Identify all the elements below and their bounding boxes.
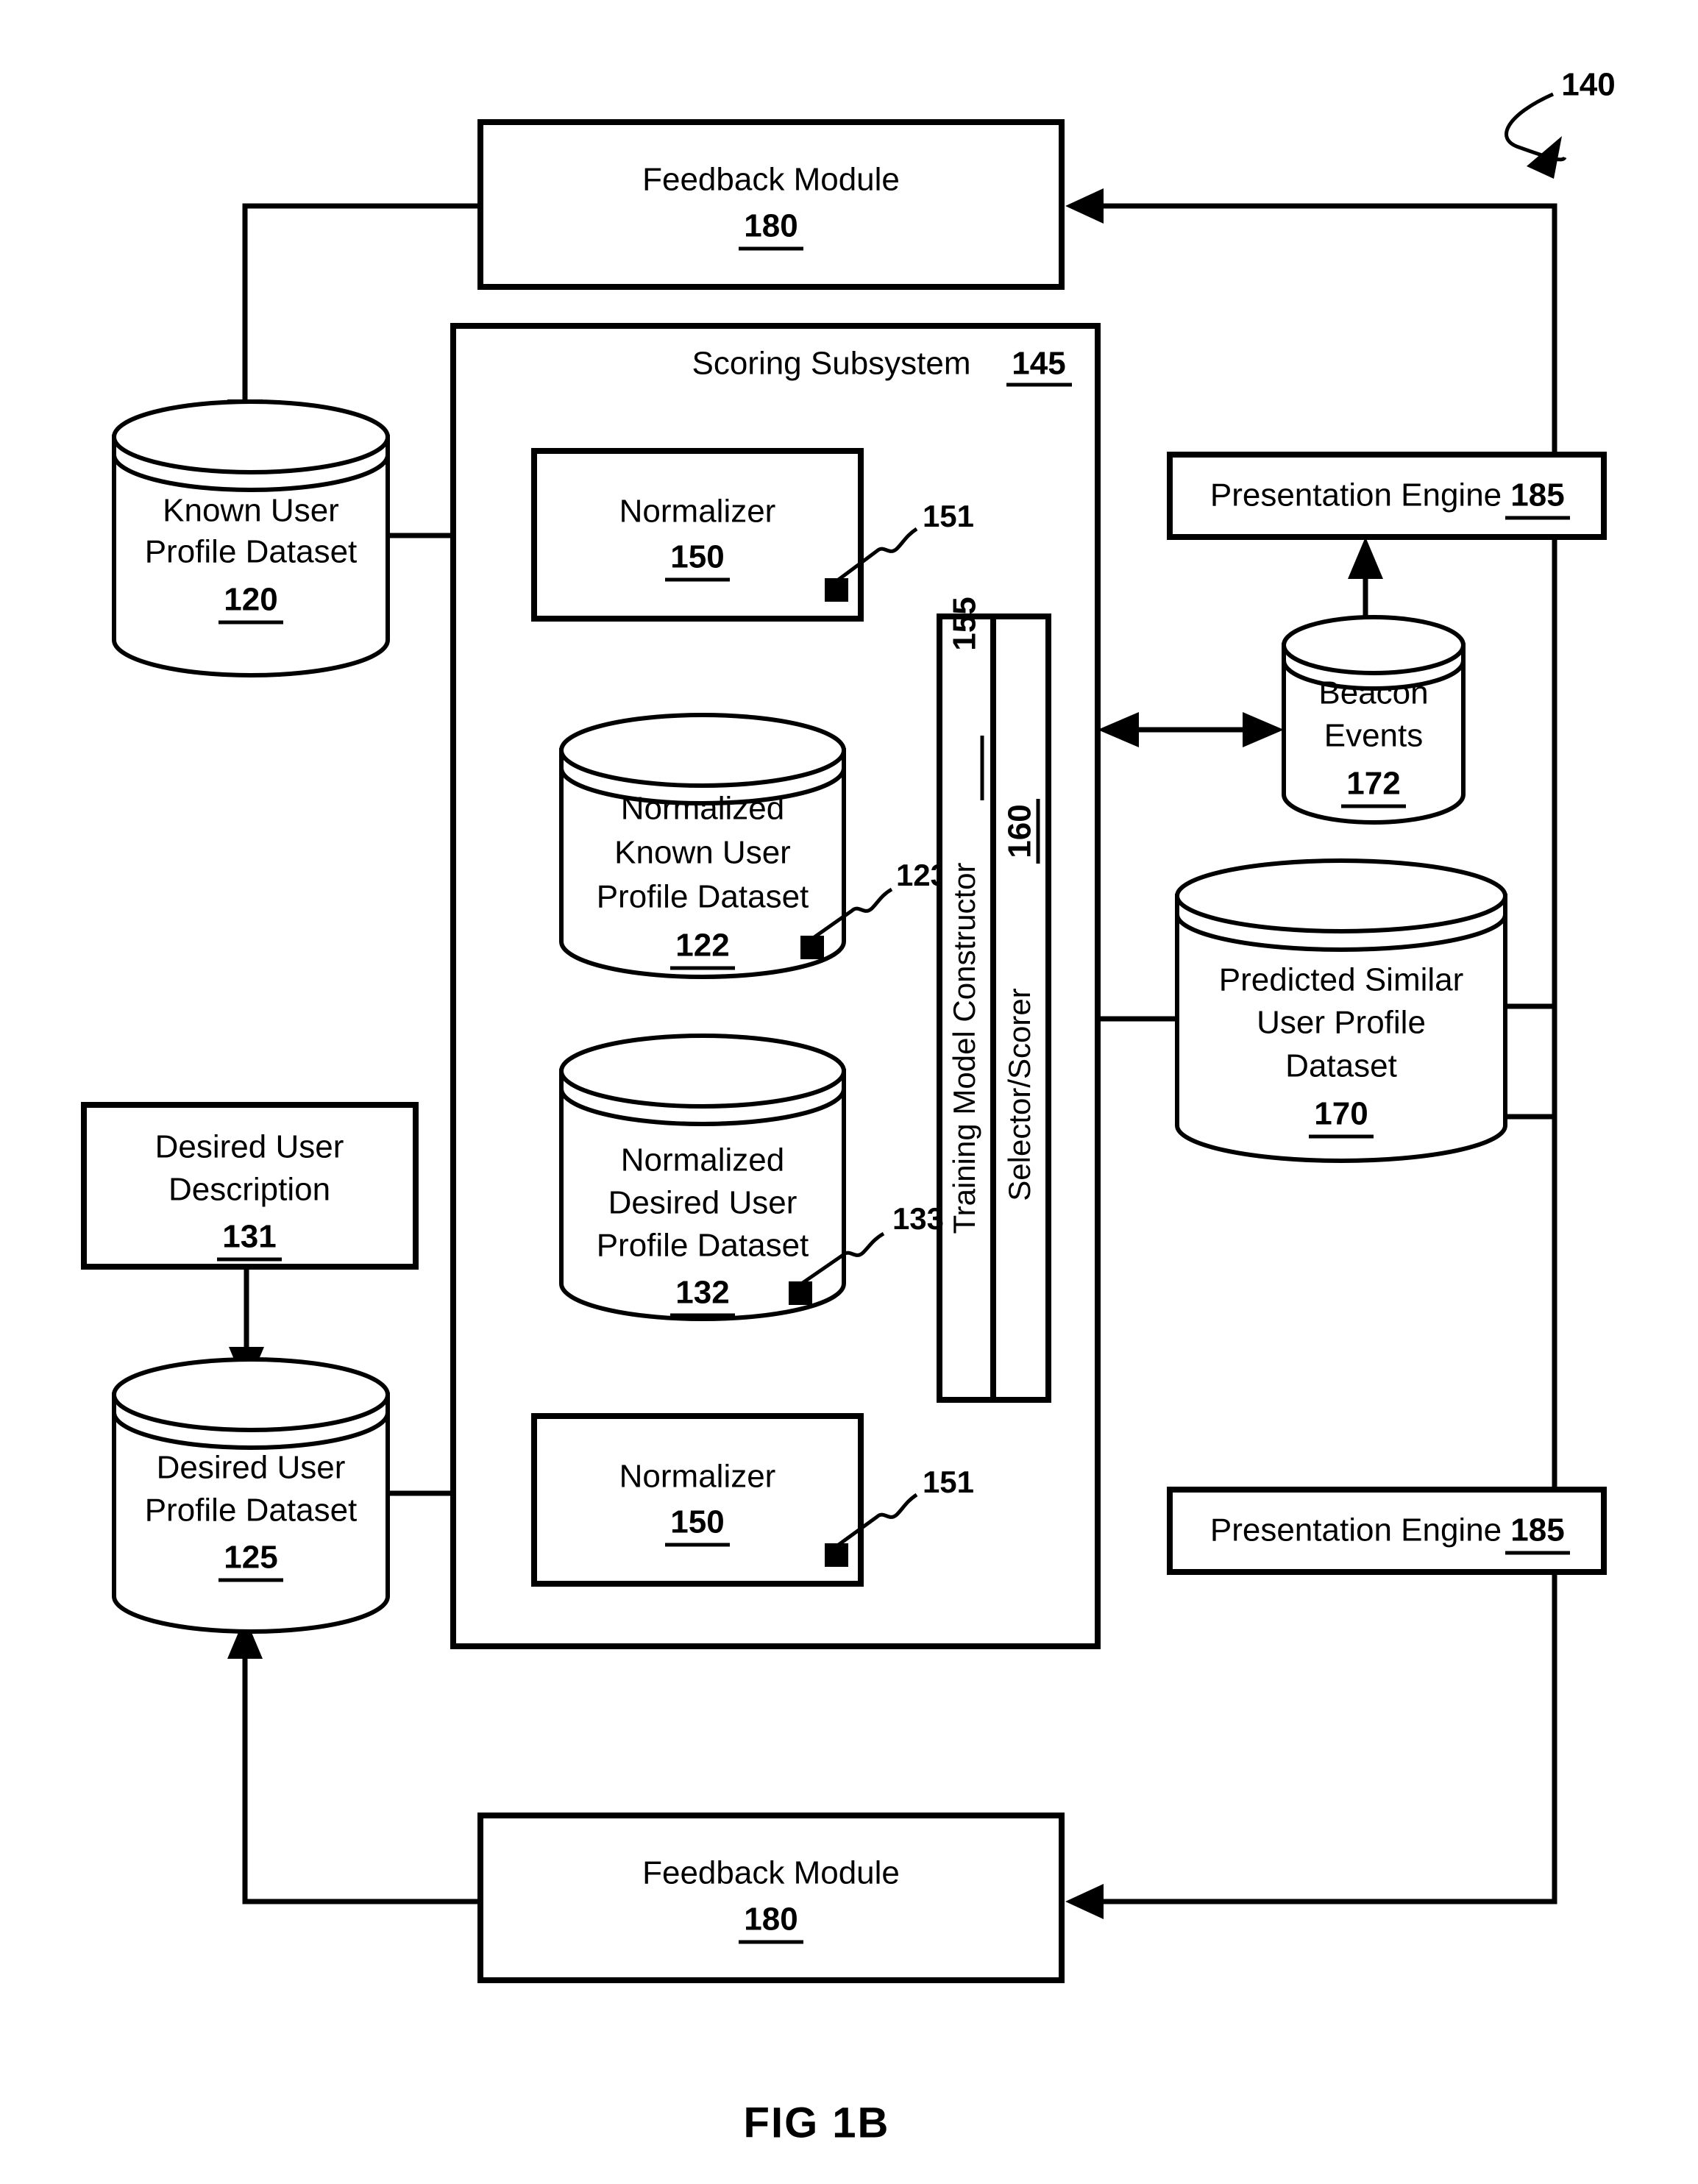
scoring-subsystem-label: Scoring Subsystem <box>692 346 970 382</box>
selector-scorer-ref: 160 <box>1002 804 1038 858</box>
normalizer-bottom-marker-square <box>825 1543 848 1567</box>
selector-scorer-block[interactable]: Selector/Scorer 160 <box>990 613 1051 1403</box>
normalized-desired-line2: Desired User <box>608 1185 798 1221</box>
desired-user-description-box[interactable]: Desired User Description 131 <box>81 1102 419 1270</box>
training-model-constructor-ref: 155 <box>947 597 983 650</box>
predicted-similar-ref: 170 <box>1314 1096 1368 1132</box>
normalizer-top-label: Normalizer <box>619 494 776 530</box>
arrow-beacon-to-presentation-top <box>1348 537 1383 625</box>
scoring-subsystem-ref: 145 <box>1012 346 1065 382</box>
presentation-engine-top-ref: 185 <box>1510 477 1564 513</box>
desired-user-description-ref: 131 <box>222 1219 276 1255</box>
presentation-engine-bottom[interactable]: Presentation Engine 185 <box>1167 1487 1607 1575</box>
normalizer-bottom-marker-ref: 151 <box>923 1465 974 1499</box>
feedback-module-top[interactable]: Feedback Module 180 <box>477 119 1065 290</box>
feedback-module-top-ref: 180 <box>744 208 798 244</box>
desired-user-profile-line1: Desired User <box>157 1450 346 1486</box>
normalized-desired-marker-ref: 133 <box>892 1201 944 1236</box>
arrow-subsystem-to-beacon-events <box>1098 712 1284 747</box>
feedback-module-bottom-label: Feedback Module <box>642 1855 900 1891</box>
arrow-rail-to-feedback-top <box>1065 188 1557 224</box>
feedback-module-top-label: Feedback Module <box>642 162 900 198</box>
datastore-beacon-events[interactable]: Beacon Events 172 <box>1282 615 1466 825</box>
selector-scorer-label: Selector/Scorer <box>1002 988 1037 1201</box>
desired-user-profile-ref: 125 <box>224 1540 277 1576</box>
system-reference-140: 140 <box>1505 67 1616 179</box>
predicted-similar-line1: Predicted Similar <box>1219 962 1464 998</box>
patent-figure-1b: Scoring Subsystem 145 Feedback Module 18… <box>0 0 1698 2184</box>
system-ref-label: 140 <box>1561 67 1615 103</box>
normalizer-bottom-ref: 150 <box>670 1504 724 1540</box>
beacon-events-line2: Events <box>1324 718 1424 754</box>
normalizer-bottom-label: Normalizer <box>619 1459 776 1495</box>
training-model-constructor-block[interactable]: Training Model Constructor 155 <box>937 590 996 1403</box>
presentation-engine-bottom-label: Presentation Engine <box>1210 1512 1502 1548</box>
normalized-desired-ref: 132 <box>675 1275 729 1311</box>
desired-user-description-line2: Description <box>168 1172 330 1208</box>
normalizer-top-marker-ref: 151 <box>923 499 974 533</box>
feedback-module-bottom-ref: 180 <box>744 1902 798 1938</box>
desired-user-description-line1: Desired User <box>155 1129 344 1165</box>
system-ref-arrowhead <box>1527 136 1562 179</box>
known-user-profile-ref: 120 <box>224 582 277 618</box>
datastore-known-user-profile[interactable]: Known User Profile Dataset 120 <box>112 399 390 677</box>
normalized-known-line2: Known User <box>614 835 791 871</box>
datastore-predicted-similar-user-profile[interactable]: Predicted Similar User Profile Dataset 1… <box>1175 858 1507 1163</box>
normalized-known-ref: 122 <box>675 928 729 964</box>
normalized-known-line1: Normalized <box>621 791 785 827</box>
feedback-module-bottom[interactable]: Feedback Module 180 <box>477 1813 1065 1983</box>
beacon-events-ref: 172 <box>1346 766 1400 802</box>
normalized-known-marker-square <box>800 936 824 959</box>
normalizer-top-marker-square <box>825 578 848 602</box>
normalized-desired-marker-square <box>789 1281 812 1305</box>
known-user-profile-line2: Profile Dataset <box>145 534 358 570</box>
figure-caption: FIG 1B <box>744 2099 890 2146</box>
presentation-engine-top[interactable]: Presentation Engine 185 <box>1167 452 1607 540</box>
beacon-events-line1: Beacon <box>1318 675 1428 711</box>
normalized-desired-line3: Profile Dataset <box>597 1228 809 1264</box>
training-model-constructor-label: Training Model Constructor <box>947 862 981 1234</box>
normalized-desired-line1: Normalized <box>621 1142 785 1178</box>
normalized-known-line3: Profile Dataset <box>597 879 809 915</box>
rail-feedback-bottom-to-desired-dataset <box>227 1617 486 1904</box>
arrow-rail-to-feedback-bottom <box>1065 1884 1557 1919</box>
normalizer-top-ref: 150 <box>670 539 724 575</box>
desired-user-profile-line2: Profile Dataset <box>145 1493 358 1529</box>
datastore-desired-user-profile[interactable]: Desired User Profile Dataset 125 <box>112 1357 390 1634</box>
known-user-profile-line1: Known User <box>163 493 339 529</box>
predicted-similar-line2: User Profile <box>1257 1005 1426 1041</box>
presentation-engine-bottom-ref: 185 <box>1510 1512 1564 1548</box>
predicted-similar-line3: Dataset <box>1285 1048 1397 1084</box>
diagram-canvas: Scoring Subsystem 145 Feedback Module 18… <box>81 67 1616 2146</box>
presentation-engine-top-label: Presentation Engine <box>1210 477 1502 513</box>
